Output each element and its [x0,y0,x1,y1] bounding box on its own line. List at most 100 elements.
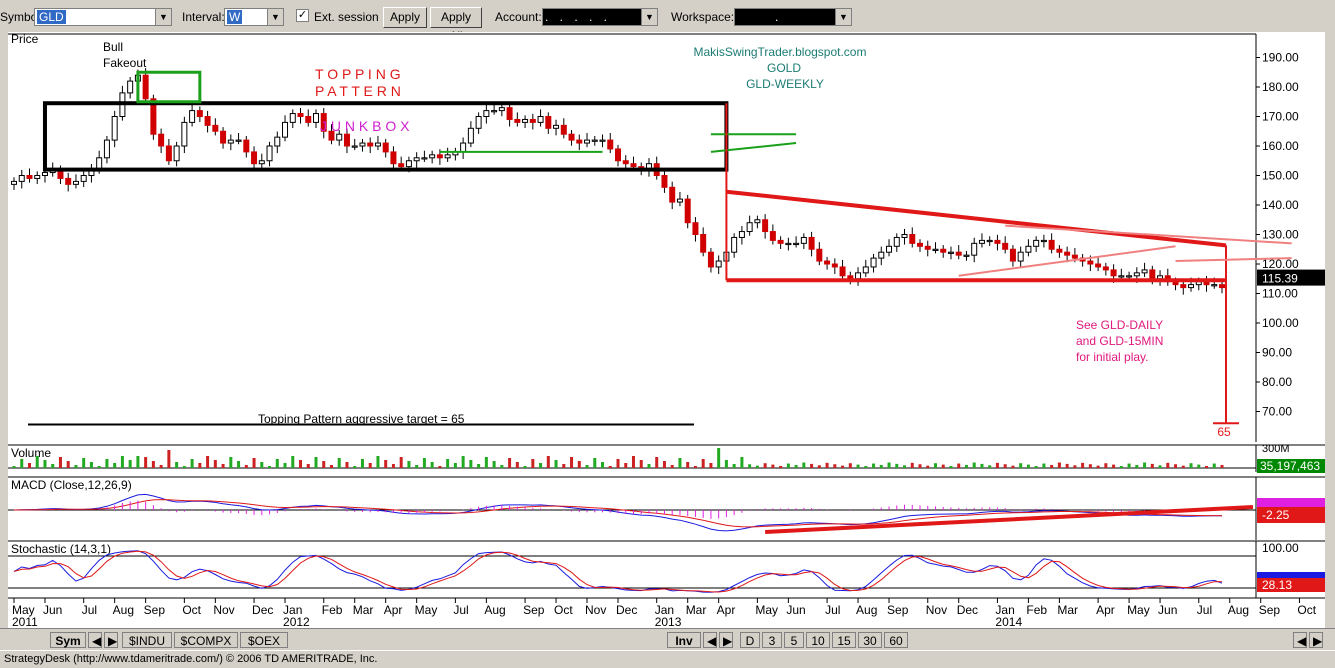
interval-tab[interactable]: 60 [884,632,908,648]
x-tick-label: Dec [957,603,978,617]
chevron-down-icon[interactable]: ▼ [641,9,657,25]
note-label: and GLD-15MIN [1076,334,1163,348]
candle-body [251,151,258,165]
candle-body [676,198,683,203]
apply-all-button[interactable]: Apply All [430,7,482,43]
interval-tab[interactable]: D [740,632,760,648]
prev-arrow-icon[interactable]: ◀ [703,632,717,648]
x-year-label: 2011 [12,615,38,628]
x-tick-label: May [1127,603,1150,617]
x-tick-label: Oct [554,603,573,617]
candle-body [398,163,405,168]
candle-body [65,177,72,185]
account-label: Account: [495,10,542,24]
candle-body [893,236,900,247]
chevron-down-icon[interactable]: ▼ [835,9,851,25]
volume-bar [167,450,171,468]
candle-body [940,248,947,253]
volume-bar [399,457,403,468]
candle-body [11,180,17,185]
x-tick-label: Sep [887,603,909,617]
candle-body [669,186,676,203]
symbol-combo[interactable]: GLD ▼ [34,8,172,26]
x-year-label: 2013 [655,615,682,628]
candle-body [1048,239,1055,250]
interval-tab[interactable]: 30 [858,632,882,648]
candle-body [1211,284,1218,287]
x-tick-label: Feb [322,603,343,617]
y-tick-label: 80.00 [1262,375,1292,389]
interval-tab[interactable]: 15 [832,632,856,648]
volume-bar [105,459,109,468]
workspace-combo[interactable]: . ▼ [734,8,852,26]
x-tick-label: Jul [825,603,840,617]
candle-body [220,130,227,144]
volume-bar [933,463,937,468]
volume-bar [848,463,852,468]
workspace-label: Workspace: [671,10,735,24]
target-value-label: 65 [1217,425,1231,439]
interval-tab[interactable]: 3 [762,632,782,648]
candle-body [165,145,172,162]
x-tick-label: Nov [926,603,947,617]
volume-bar [817,465,821,468]
account-combo[interactable]: . . . . . ▼ [542,8,658,26]
volume-bar [1143,462,1147,468]
candle-body [1040,239,1047,243]
inv-tab[interactable]: Inv [667,632,701,648]
x-tick-label: Mar [1057,603,1078,617]
candle-body [26,175,33,179]
volume-bar [779,466,783,468]
right-toolstrip[interactable] [1325,32,1335,628]
x-tick-label: Aug [484,603,505,617]
x-tick-label: Mar [353,603,374,617]
candle-body [336,133,343,141]
symbol-tab[interactable]: $INDU [122,632,172,648]
candle-body [545,116,552,129]
chevron-down-icon[interactable]: ▼ [267,9,283,25]
y-tick-label: 160.00 [1262,139,1299,153]
candle-body [514,118,521,123]
volume-bar [1197,464,1201,468]
ext-session-checkbox[interactable]: ✓ [296,9,309,22]
symbol-tab[interactable]: $COMPX [174,632,238,648]
x-tick-label: Sep [523,603,545,617]
next-arrow-icon[interactable]: ▶ [719,632,733,648]
interval-combo[interactable]: W ▼ [224,8,284,26]
chevron-down-icon[interactable]: ▼ [155,9,171,25]
candle-body [405,160,412,168]
scroll-right-icon[interactable]: ▶ [1309,632,1323,648]
prev-arrow-icon[interactable]: ◀ [88,632,102,648]
candle-body [274,136,281,147]
symbol-tab[interactable]: $OEX [240,632,288,648]
apply-button[interactable]: Apply [383,7,427,28]
candle-body [947,251,954,254]
chart[interactable]: Price70.0080.0090.00100.00110.00120.0013… [0,32,1325,628]
candle-body [901,234,908,238]
candle-body [870,257,877,268]
candle-body [266,145,273,162]
volume-bar [1003,464,1007,468]
candle-body [1095,263,1102,268]
volume-bar [709,463,713,468]
sym-tab[interactable]: Sym [50,632,86,648]
candle-body [1025,245,1032,253]
symbol-value: GLD [37,10,66,24]
x-tick-label: Oct [1297,603,1316,617]
candle-body [1110,269,1117,277]
candle-body [855,272,862,280]
volume-bar [786,463,790,468]
next-arrow-icon[interactable]: ▶ [104,632,118,648]
scroll-left-icon[interactable]: ◀ [1293,632,1307,648]
candle-body [700,234,707,253]
interval-tab[interactable]: 10 [806,632,830,648]
volume-bar [430,462,434,468]
y-tick-label: 110.00 [1262,287,1298,301]
candle-body [382,142,389,153]
candle-body [374,142,381,147]
candle-body [142,74,149,100]
interval-tab[interactable]: 5 [784,632,804,648]
stochastic-title: Stochastic (14,3,1) [11,542,111,556]
candle-body [529,118,536,123]
x-tick-label: Jun [1158,603,1177,617]
